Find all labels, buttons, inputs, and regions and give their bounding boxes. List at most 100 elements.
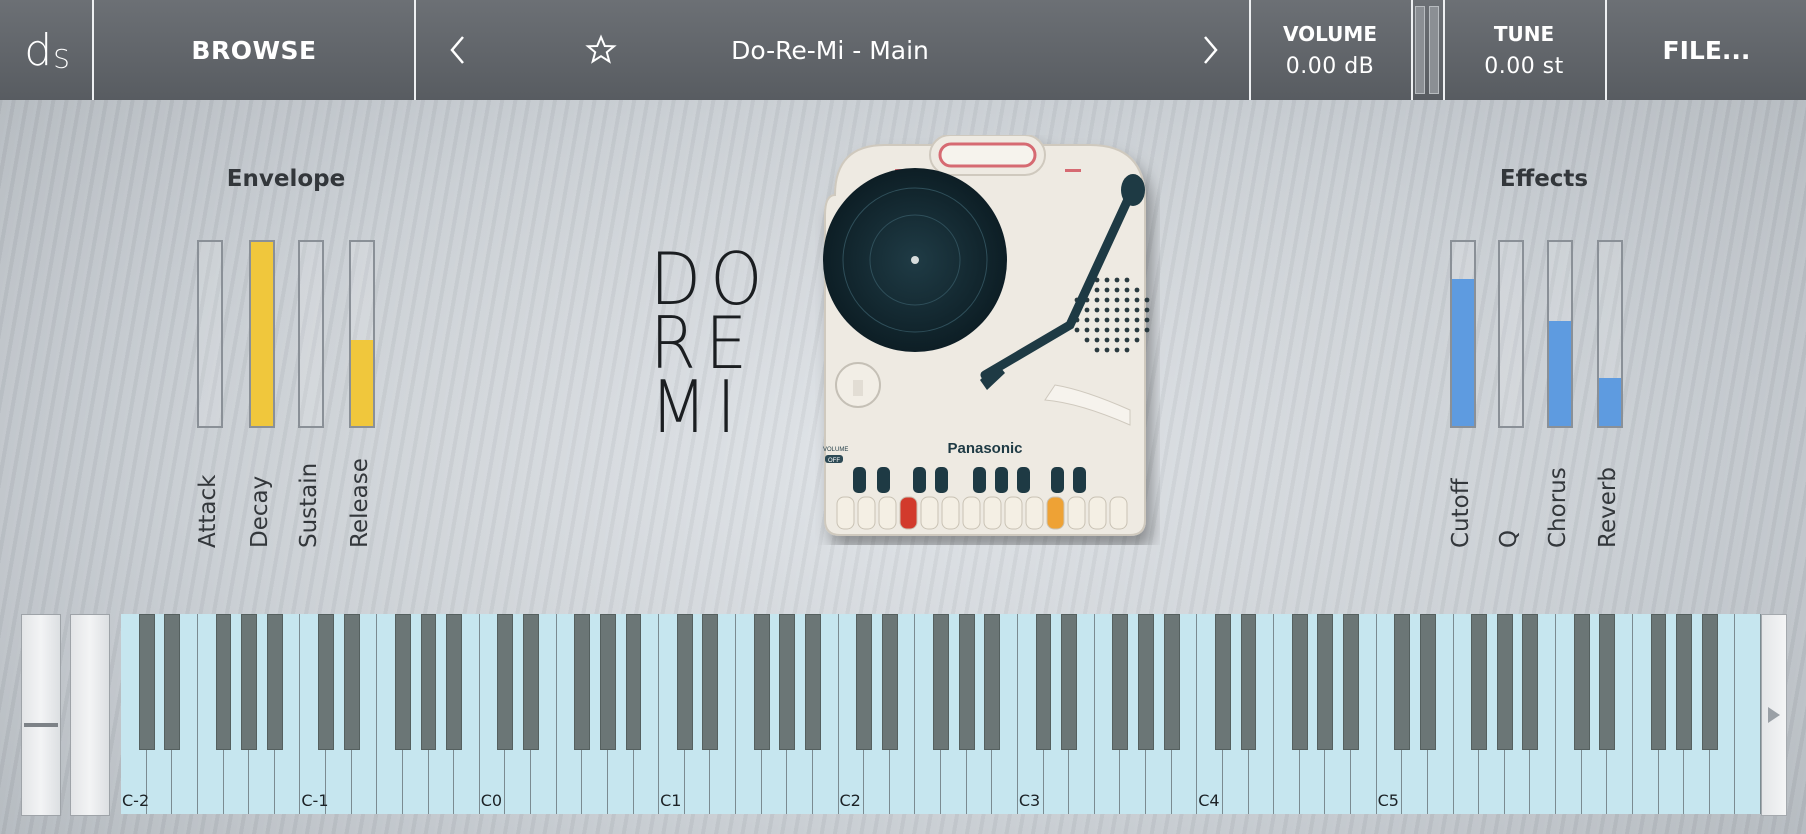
pitch-bend-wheel[interactable] xyxy=(21,614,61,816)
black-key[interactable] xyxy=(599,614,616,750)
black-key[interactable] xyxy=(164,614,181,750)
octave-label: C-1 xyxy=(301,791,329,810)
volume-control[interactable]: VOLUME 0.00 dB xyxy=(1251,0,1409,100)
black-key[interactable] xyxy=(241,614,258,750)
octave-label: C-2 xyxy=(122,791,150,810)
black-key[interactable] xyxy=(574,614,591,750)
pitch-wheel-notch xyxy=(24,723,58,727)
slider-sustain[interactable] xyxy=(298,240,324,428)
black-key[interactable] xyxy=(215,614,232,750)
black-key[interactable] xyxy=(1573,614,1590,750)
black-key[interactable] xyxy=(856,614,873,750)
slider-label-text: Reverb xyxy=(1595,467,1621,548)
black-key[interactable] xyxy=(1599,614,1616,750)
black-key[interactable] xyxy=(1138,614,1154,750)
slider-label: Sustain xyxy=(296,418,326,548)
black-key[interactable] xyxy=(1240,614,1257,750)
black-key[interactable] xyxy=(1701,614,1718,750)
file-menu-button[interactable]: FILE... xyxy=(1607,0,1806,100)
black-key[interactable] xyxy=(497,614,514,750)
black-key[interactable] xyxy=(933,614,949,750)
black-key[interactable] xyxy=(984,614,1001,750)
black-key[interactable] xyxy=(1471,614,1488,750)
preset-name[interactable]: Do-Re-Mi - Main xyxy=(660,0,1000,100)
meter-right xyxy=(1429,6,1439,94)
slider-decay[interactable] xyxy=(249,240,275,428)
black-key[interactable] xyxy=(676,614,693,750)
black-key[interactable] xyxy=(446,614,463,750)
previous-preset-button[interactable] xyxy=(418,0,498,100)
black-key[interactable] xyxy=(1291,614,1308,750)
slider-fill xyxy=(1549,321,1571,426)
black-key[interactable] xyxy=(1061,614,1078,750)
keyboard-area: C-2 C-1 C0 C1 C2 C3 C4 C5 xyxy=(0,604,1806,834)
chevron-left-icon xyxy=(450,36,464,64)
slider-cutoff[interactable] xyxy=(1450,240,1476,428)
slider-fill xyxy=(251,242,273,426)
piano-keyboard[interactable]: C-2 C-1 C0 C1 C2 C3 C4 C5 xyxy=(121,614,1761,814)
effects-title: Effects xyxy=(1499,166,1589,192)
black-key[interactable] xyxy=(266,614,283,750)
slider-label-text: Attack xyxy=(195,474,221,548)
black-key[interactable] xyxy=(318,614,334,750)
black-key[interactable] xyxy=(138,614,155,750)
slider-q[interactable] xyxy=(1498,240,1524,428)
black-key[interactable] xyxy=(881,614,898,750)
tune-control[interactable]: TUNE 0.00 st xyxy=(1445,0,1603,100)
black-key[interactable] xyxy=(1496,614,1513,750)
slider-fill xyxy=(351,339,373,426)
keyboard-scroll-right-button[interactable] xyxy=(1761,614,1787,816)
mod-wheel[interactable] xyxy=(70,614,110,816)
divider xyxy=(414,0,416,100)
white-key[interactable] xyxy=(1735,614,1761,814)
slider-label: Decay xyxy=(247,418,277,548)
black-key[interactable] xyxy=(1343,614,1359,750)
black-key[interactable] xyxy=(1650,614,1667,750)
slider-reverb[interactable] xyxy=(1597,240,1623,428)
black-key[interactable] xyxy=(1419,614,1436,750)
slider-label: Q xyxy=(1496,418,1526,548)
black-key[interactable] xyxy=(779,614,796,750)
envelope-title: Envelope xyxy=(226,166,346,192)
slider-label-text: Q xyxy=(1496,529,1522,548)
slider-label-text: Decay xyxy=(247,475,273,548)
black-key[interactable] xyxy=(1035,614,1052,750)
app-logo: dS xyxy=(0,0,92,100)
black-key[interactable] xyxy=(804,614,821,750)
logo-letter-d: d xyxy=(24,24,52,76)
black-key[interactable] xyxy=(523,614,539,750)
browse-button[interactable]: BROWSE xyxy=(94,0,414,100)
slider-label: Attack xyxy=(195,418,225,548)
volume-value: 0.00 dB xyxy=(1285,53,1375,79)
black-key[interactable] xyxy=(1214,614,1231,750)
triangle-right-icon xyxy=(1768,707,1780,723)
black-key[interactable] xyxy=(1317,614,1334,750)
next-preset-button[interactable] xyxy=(1170,0,1250,100)
slider-label-text: Chorus xyxy=(1545,467,1571,548)
black-key[interactable] xyxy=(1676,614,1693,750)
black-key[interactable] xyxy=(394,614,411,750)
svg-text:VOLUME: VOLUME xyxy=(823,447,848,453)
slider-release[interactable] xyxy=(349,240,375,428)
tune-label: TUNE xyxy=(1493,21,1555,46)
octave-label: C3 xyxy=(1018,791,1041,810)
star-icon xyxy=(585,34,617,64)
octave-label: C4 xyxy=(1198,791,1220,810)
level-meter xyxy=(1413,0,1441,100)
black-key[interactable] xyxy=(1522,614,1539,750)
favorite-button[interactable] xyxy=(570,0,632,100)
black-key[interactable] xyxy=(702,614,719,750)
volume-label: VOLUME xyxy=(1283,21,1377,46)
black-key[interactable] xyxy=(343,614,360,750)
slider-chorus[interactable] xyxy=(1547,240,1573,428)
slider-label: Cutoff xyxy=(1448,418,1478,548)
black-key[interactable] xyxy=(625,614,642,750)
slider-attack[interactable] xyxy=(197,240,223,428)
black-key[interactable] xyxy=(420,614,437,750)
black-key[interactable] xyxy=(753,614,770,750)
black-key[interactable] xyxy=(1163,614,1180,750)
black-key[interactable] xyxy=(1112,614,1129,750)
black-key[interactable] xyxy=(958,614,975,750)
black-key[interactable] xyxy=(1394,614,1411,750)
slider-fill xyxy=(1452,278,1474,426)
